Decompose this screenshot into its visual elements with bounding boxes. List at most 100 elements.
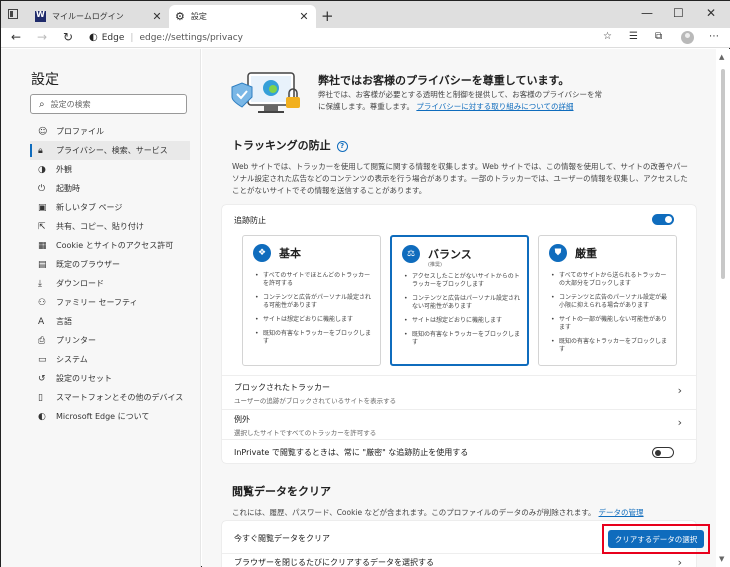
exceptions-row[interactable]: 例外 選択したサイトですべてのトラッカーを許可する › <box>222 409 696 439</box>
sidebar-item-printers[interactable]: ⎙ プリンター <box>30 331 190 350</box>
tracking-card: 追跡防止 ❖ 基本 すべてのサイトでほとんどのトラッカーを許可する コンテンツと… <box>222 205 696 463</box>
option-strict[interactable]: ⛊ 厳重 すべてのサイトから送られるトラッカーの大部分をブロックします コンテン… <box>538 235 677 366</box>
refresh-icon[interactable]: ↻ <box>63 30 73 44</box>
reset-icon: ↺ <box>38 373 46 384</box>
sidebar-item-share[interactable]: ⇱ 共有、コピー、貼り付け <box>30 217 190 236</box>
sidebar-item-startup[interactable]: ⏻ 起動時 <box>30 179 190 198</box>
page-title: 設定 <box>31 72 59 88</box>
close-icon[interactable]: ✕ <box>149 10 165 23</box>
option-basic[interactable]: ❖ 基本 すべてのサイトでほとんどのトラッカーを許可する コンテンツと広告がパー… <box>242 235 381 366</box>
sidebar-item-default-browser[interactable]: ▤ 既定のブラウザー <box>30 255 190 274</box>
sidebar-item-family[interactable]: ⚇ ファミリー セーフティ <box>30 293 190 312</box>
lock-icon: 🔒︎ <box>38 145 43 156</box>
sidebar-item-appearance[interactable]: ◑ 外観 <box>30 160 190 179</box>
chevron-right-icon: › <box>677 556 682 567</box>
tab-bar: マイルームログイン ✕ ⚙ 設定 ✕ + — ☐ ✕ <box>1 1 730 28</box>
collections-icon[interactable]: ⧉ <box>655 31 662 42</box>
tab-login[interactable]: マイルームログイン ✕ <box>29 5 169 28</box>
phone-icon: ▯ <box>38 392 43 403</box>
power-icon: ⏻ <box>38 183 46 194</box>
close-icon[interactable]: ✕ <box>296 10 312 23</box>
choose-data-to-clear-button[interactable]: クリアするデータの選択 <box>608 530 704 548</box>
sidebar-item-label: プロファイル <box>56 127 104 136</box>
url-field[interactable]: ◐ Edge | edge://settings/privacy <box>89 32 243 43</box>
strict-icon: ⛊ <box>549 244 567 262</box>
list-item: コンテンツと広告がパーソナル設定される可能性があります <box>255 294 373 310</box>
read-aloud-icon[interactable]: ☆ <box>603 31 612 42</box>
sidebar-item-label: プライバシー、検索、サービス <box>56 146 168 155</box>
share-icon: ⇱ <box>38 221 46 232</box>
privacy-learn-more-link[interactable]: プライバシーに対する取り組みについての詳細 <box>416 102 573 111</box>
maximize-button[interactable]: ☐ <box>673 6 684 20</box>
blocked-trackers-row[interactable]: ブロックされたトラッカー ユーザーの追跡がブロックされているサイトを表示する › <box>222 375 696 409</box>
clear-on-close-row[interactable]: ブラウザーを閉じるたびにクリアするデータを選択する › <box>222 553 696 567</box>
list-item: アクセスしたことがないサイトからのトラッカーをブロックします <box>404 273 522 289</box>
tracking-heading: トラッキングの防止? <box>232 137 348 153</box>
window-close-button[interactable]: ✕ <box>706 6 716 20</box>
minimize-button[interactable]: — <box>641 6 653 20</box>
basic-icon: ❖ <box>253 244 271 262</box>
list-item: コンテンツと広告のパーソナル設定が最小限に抑えられる場合があります <box>551 294 669 310</box>
sidebar-item-label: スマートフォンとその他のデバイス <box>56 393 184 402</box>
help-icon[interactable]: ? <box>336 141 348 152</box>
sidebar-item-label: システム <box>56 355 88 364</box>
back-icon[interactable]: ← <box>11 30 21 44</box>
list-item: 既知の有害なトラッカーをブロックします <box>404 331 522 347</box>
forward-icon[interactable]: → <box>37 30 47 44</box>
favorites-icon[interactable]: ☰ <box>629 31 638 42</box>
profile-avatar[interactable] <box>681 31 694 44</box>
list-item: サイトは想定どおりに機能します <box>404 317 522 325</box>
url-separator: | <box>130 32 134 43</box>
search-placeholder: 設定の検索 <box>50 99 91 109</box>
more-menu-icon[interactable]: ⋯ <box>709 31 719 42</box>
sidebar-item-cookies[interactable]: ▦ Cookie とサイトのアクセス許可 <box>30 236 190 255</box>
inprivate-toggle[interactable] <box>652 447 674 458</box>
sidebar-item-phone[interactable]: ▯ スマートフォンとその他のデバイス <box>30 388 190 407</box>
sidebar-item-downloads[interactable]: ⤓ ダウンロード <box>30 274 190 293</box>
sidebar-item-profile[interactable]: ☺ プロファイル <box>30 122 190 141</box>
sidebar-item-label: 外観 <box>56 165 72 174</box>
row-subtitle: ユーザーの追跡がブロックされているサイトを表示する <box>234 397 397 405</box>
sidebar-item-privacy[interactable]: 🔒︎ プライバシー、検索、サービス <box>30 141 190 160</box>
sidebar-item-about[interactable]: ◐ Microsoft Edge について <box>30 407 190 426</box>
system-icon: ▭ <box>38 354 47 365</box>
option-bullets: アクセスしたことがないサイトからのトラッカーをブロックします コンテンツと広告は… <box>404 273 522 353</box>
url-text: edge://settings/privacy <box>139 32 243 43</box>
clear-now-label: 今すぐ閲覧データをクリア <box>234 534 330 543</box>
search-icon: ⌕ <box>39 98 45 110</box>
sidebar-item-label: Microsoft Edge について <box>56 412 150 421</box>
sidebar-item-label: 新しいタブ ページ <box>56 203 123 212</box>
tracking-prevention-toggle[interactable] <box>652 214 674 225</box>
edge-icon: ◐ <box>38 411 46 422</box>
clear-data-heading: 閲覧データをクリア <box>232 485 331 498</box>
edge-logo-icon: ◐ <box>89 32 98 43</box>
tracking-prevention-label: 追跡防止 <box>234 216 266 225</box>
sidebar-item-reset[interactable]: ↺ 設定のリセット <box>30 369 190 388</box>
list-item: コンテンツと広告はパーソナル設定されない可能性があります <box>404 295 522 311</box>
sidebar-item-newtab[interactable]: ▣ 新しいタブ ページ <box>30 198 190 217</box>
scroll-down-icon[interactable]: ▼ <box>719 555 724 563</box>
tab-settings[interactable]: ⚙ 設定 ✕ <box>169 5 316 28</box>
sidebar-item-system[interactable]: ▭ システム <box>30 350 190 369</box>
scrollbar[interactable]: ▲ ▼ <box>716 49 730 567</box>
tab-actions-icon[interactable] <box>8 9 18 19</box>
list-item: サイトの一部が機能しない可能性があります <box>551 316 669 332</box>
new-tab-button[interactable]: + <box>321 7 334 25</box>
option-balanced[interactable]: ⚖ バランス (推奨) アクセスしたことがないサイトからのトラッカーをブロックし… <box>390 235 529 366</box>
sidebar-item-label: 既定のブラウザー <box>56 260 120 269</box>
scroll-up-icon[interactable]: ▲ <box>719 53 724 61</box>
sidebar-item-label: 起動時 <box>56 184 80 193</box>
printer-icon: ⎙ <box>38 335 46 346</box>
sidebar-item-languages[interactable]: A 言語 <box>30 312 190 331</box>
edge-label: Edge <box>101 32 125 43</box>
row-title: InPrivate で閲覧するときは、常に "厳密" な追跡防止を使用する <box>234 448 469 457</box>
search-input[interactable]: ⌕ 設定の検索 <box>30 94 187 114</box>
manage-data-link[interactable]: データの管理 <box>599 508 644 517</box>
option-name: 厳重 <box>575 247 597 260</box>
language-icon: A <box>38 316 45 327</box>
privacy-illustration-icon <box>231 72 300 113</box>
privacy-description: 弊社では、お客様が必要とする透明性と制御を提供して、お客様のプライバシーを常に保… <box>318 89 608 113</box>
browser-window: マイルームログイン ✕ ⚙ 設定 ✕ + — ☐ ✕ ← → ↻ ◐ Edge … <box>0 0 730 567</box>
scroll-thumb[interactable] <box>721 69 725 279</box>
option-name: 基本 <box>279 247 301 260</box>
